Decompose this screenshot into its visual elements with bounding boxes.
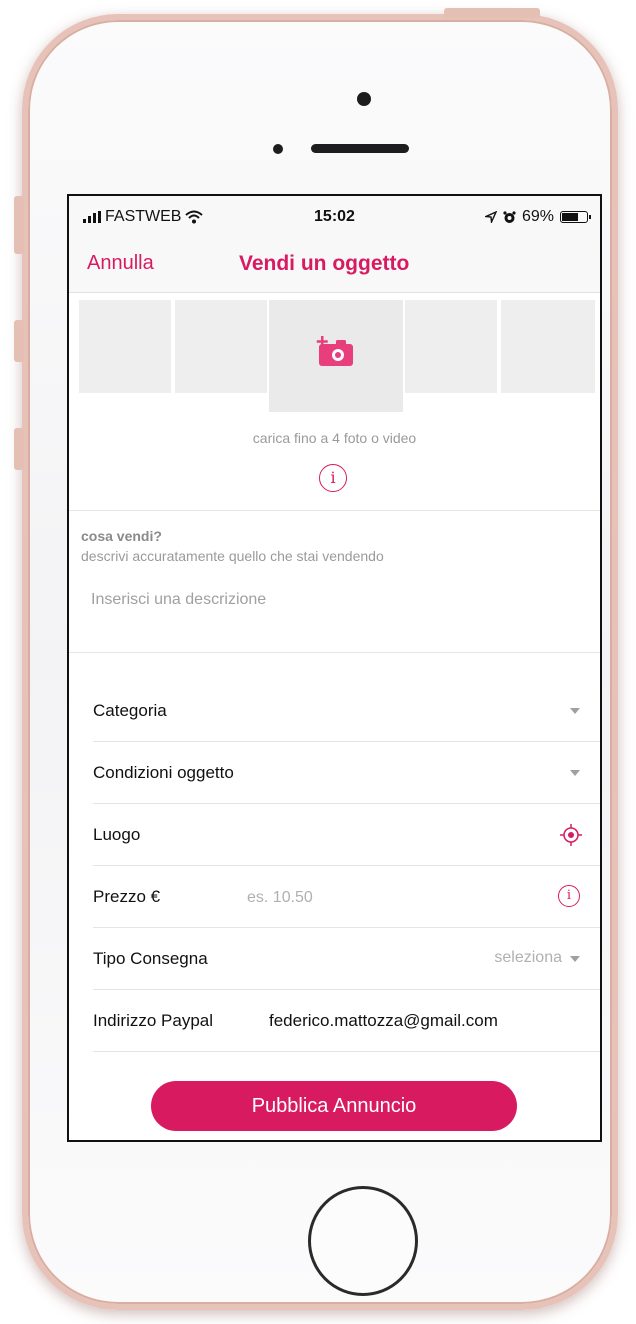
home-button[interactable]	[308, 1186, 418, 1296]
photo-gallery	[79, 300, 595, 412]
category-select[interactable]: Categoria	[93, 680, 600, 742]
location-row[interactable]: Luogo	[93, 804, 600, 866]
app-screen: FASTWEB 15:02 69% Annulla Vendi un ogget…	[67, 194, 602, 1142]
description-input[interactable]	[89, 586, 573, 614]
battery-percent: 69%	[521, 208, 554, 225]
photo-slot[interactable]	[501, 300, 595, 393]
front-camera	[357, 92, 371, 106]
location-label: Luogo	[93, 825, 141, 844]
paypal-row[interactable]: Indirizzo Paypal federico.mattozza@gmail…	[93, 990, 600, 1052]
alarm-icon	[503, 210, 516, 223]
status-right: 69%	[484, 208, 591, 226]
publish-button[interactable]: Pubblica Annuncio	[151, 1081, 517, 1131]
cancel-button[interactable]: Annulla	[87, 252, 154, 275]
proximity-sensor	[273, 144, 283, 154]
battery-icon	[560, 211, 591, 223]
delivery-label: Tipo Consegna	[93, 949, 208, 968]
status-bar: FASTWEB 15:02 69%	[69, 196, 600, 240]
delivery-select[interactable]: Tipo Consegna seleziona	[93, 928, 600, 990]
photo-slot[interactable]	[405, 300, 497, 393]
condition-label: Condizioni oggetto	[93, 763, 234, 782]
locate-target-icon[interactable]	[560, 824, 582, 846]
photo-slot[interactable]	[79, 300, 171, 393]
price-info-icon[interactable]: i	[558, 885, 580, 907]
add-photo-button[interactable]	[269, 300, 403, 412]
category-label: Categoria	[93, 701, 167, 720]
caret-down-icon	[570, 956, 580, 962]
paypal-value[interactable]: federico.mattozza@gmail.com	[269, 1011, 498, 1031]
power-button	[444, 8, 540, 18]
info-icon[interactable]: i	[319, 464, 347, 492]
page-title: Vendi un oggetto	[239, 252, 410, 275]
paypal-label: Indirizzo Paypal	[93, 1011, 214, 1030]
volume-down-button	[14, 428, 24, 470]
condition-select[interactable]: Condizioni oggetto	[93, 742, 600, 804]
upload-hint: carica fino a 4 foto o video	[252, 430, 417, 446]
add-camera-icon	[316, 336, 353, 366]
caret-down-icon	[570, 708, 580, 714]
mute-switch	[14, 196, 24, 254]
earpiece-speaker	[311, 144, 409, 153]
price-input[interactable]	[245, 884, 449, 912]
divider	[69, 510, 600, 511]
price-row: Prezzo € i	[93, 866, 600, 928]
nav-bar: Annulla Vendi un oggetto	[69, 240, 600, 293]
description-title: cosa vendi?	[81, 528, 162, 544]
price-label: Prezzo €	[93, 887, 161, 906]
delivery-value: seleziona	[494, 949, 562, 966]
photo-slot[interactable]	[175, 300, 267, 393]
divider	[69, 652, 600, 653]
volume-up-button	[14, 320, 24, 362]
location-arrow-icon	[484, 211, 497, 223]
description-subtitle: descrivi accuratamente quello che stai v…	[81, 548, 384, 564]
caret-down-icon	[570, 770, 580, 776]
